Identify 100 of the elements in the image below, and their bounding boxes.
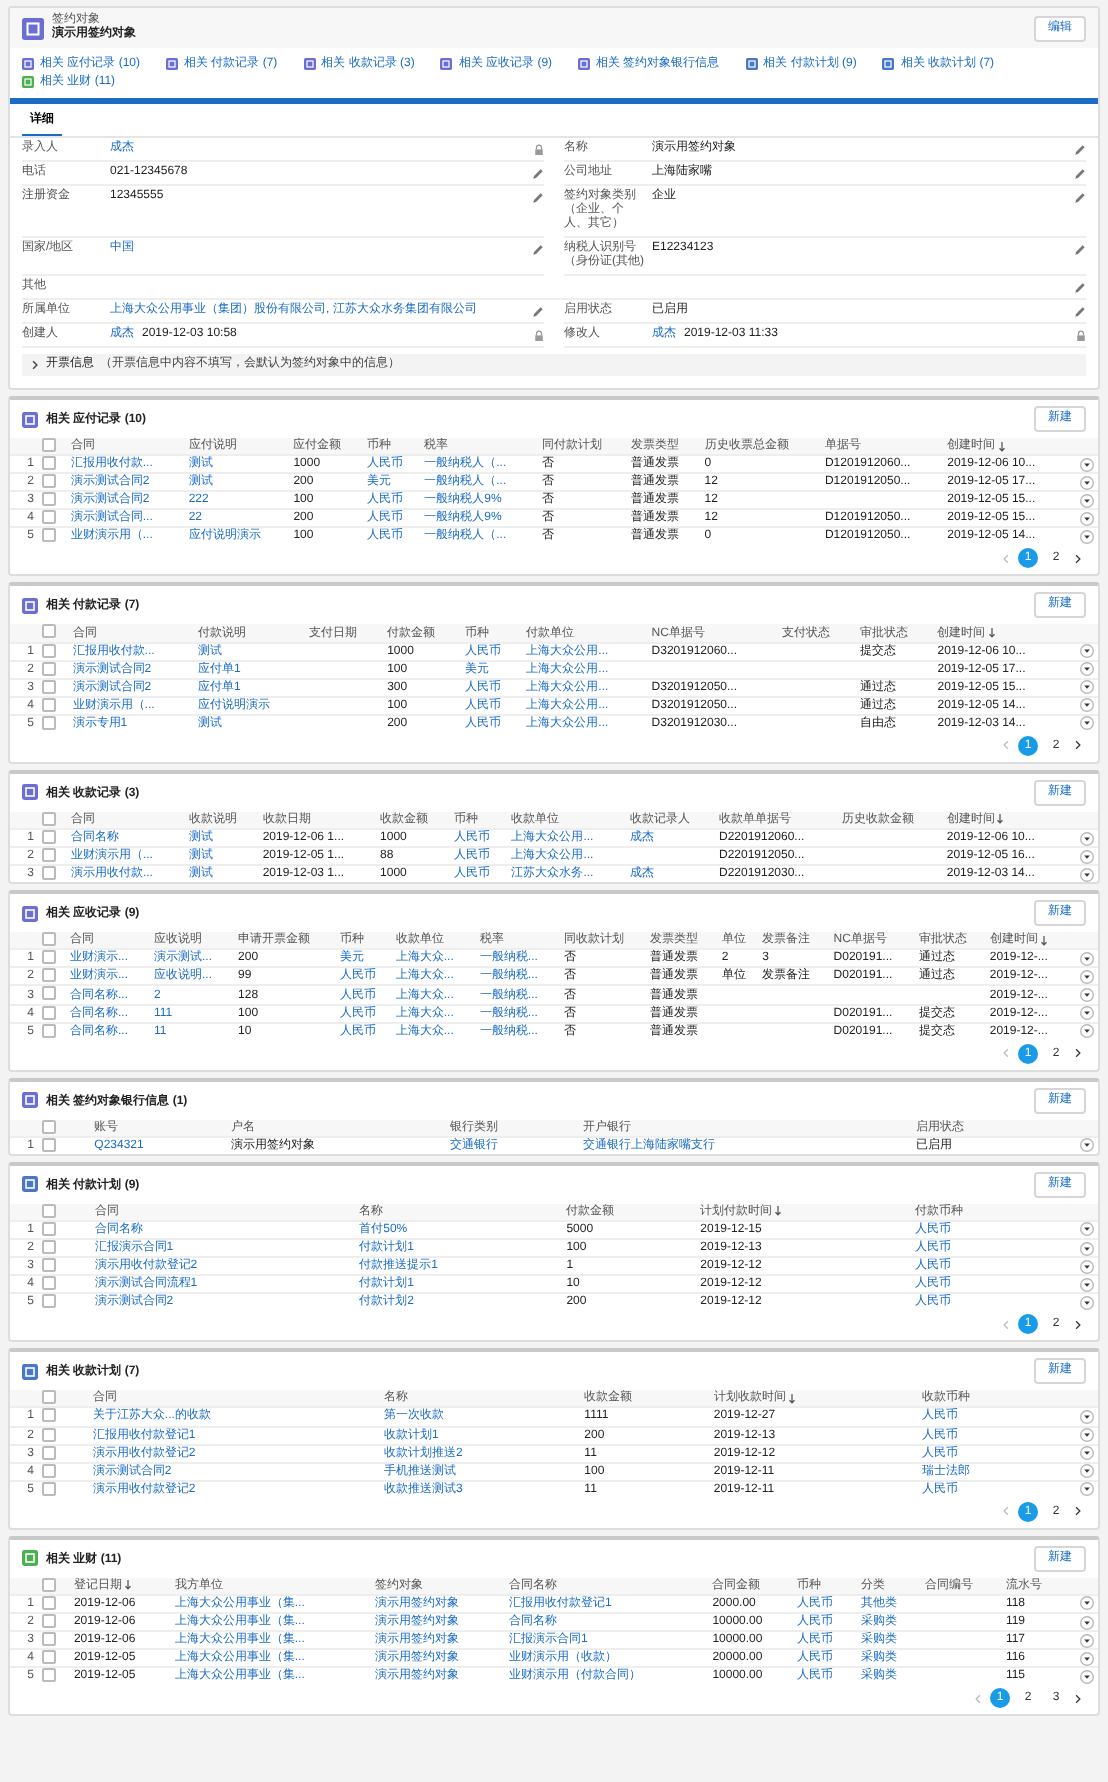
row-checkbox[interactable] [42,510,56,525]
row-checkbox[interactable] [42,1668,56,1683]
next-page-icon[interactable] [1074,1693,1082,1704]
row-checkbox[interactable] [42,1613,56,1628]
row-menu-icon[interactable] [1080,680,1094,695]
pencil-icon[interactable] [1074,306,1086,318]
next-page-icon[interactable] [1074,1048,1082,1059]
select-all-checkbox[interactable] [42,1119,56,1134]
sort-arrow-icon [997,441,1006,452]
pencil-icon[interactable] [532,192,544,204]
select-all-checkbox[interactable] [42,811,56,826]
next-page-icon[interactable] [1074,740,1082,751]
row-menu-icon[interactable] [1080,867,1094,882]
row-menu-icon[interactable] [1080,951,1094,966]
row-menu-icon[interactable] [1080,511,1094,526]
row-menu-icon[interactable] [1080,1295,1094,1310]
row-menu-icon[interactable] [1080,475,1094,490]
row-menu-icon[interactable] [1080,1633,1094,1648]
row-checkbox[interactable] [42,950,56,965]
row-menu-icon[interactable] [1080,1277,1094,1292]
row-checkbox[interactable] [42,830,56,845]
pencil-icon[interactable] [532,306,544,318]
row-menu-icon[interactable] [1080,988,1094,1003]
pencil-icon[interactable] [1074,168,1086,180]
row-checkbox[interactable] [42,1137,56,1152]
row-checkbox[interactable] [42,866,56,881]
row-menu-icon[interactable] [1080,1241,1094,1256]
row-menu-icon[interactable] [1080,662,1094,677]
row-checkbox[interactable] [42,1221,56,1236]
row-menu-icon[interactable] [1080,1006,1094,1021]
row-menu-icon[interactable] [1080,1428,1094,1443]
row-menu-icon[interactable] [1080,1138,1094,1153]
row-checkbox[interactable] [42,492,56,507]
select-all-checkbox[interactable] [42,1203,56,1218]
row-menu-icon[interactable] [1080,457,1094,472]
row-checkbox[interactable] [42,1294,56,1309]
row-checkbox[interactable] [42,1632,56,1647]
pencil-icon[interactable] [532,168,544,180]
row-menu-icon[interactable] [1080,493,1094,508]
record-icon [22,17,44,39]
row-menu-icon[interactable] [1080,644,1094,659]
select-all-checkbox[interactable] [42,1390,56,1405]
sort-arrow-icon [996,814,1005,825]
row-checkbox[interactable] [42,968,56,983]
row-checkbox[interactable] [42,1595,56,1610]
next-page-icon[interactable] [1074,1506,1082,1517]
select-all-checkbox[interactable] [42,1577,56,1592]
row-menu-icon[interactable] [1080,849,1094,864]
sort-arrow-icon [787,1393,796,1404]
row-checkbox[interactable] [42,661,56,676]
row-menu-icon[interactable] [1080,1482,1094,1497]
row-menu-icon[interactable] [1080,1222,1094,1237]
next-page-icon[interactable] [1074,553,1082,564]
row-checkbox[interactable] [42,643,56,658]
row-checkbox[interactable] [42,1023,56,1038]
pencil-icon[interactable] [1074,144,1086,156]
row-menu-icon[interactable] [1080,1669,1094,1684]
pencil-icon[interactable] [1074,244,1086,256]
pencil-icon[interactable] [532,244,544,256]
row-checkbox[interactable] [42,1650,56,1665]
next-page-icon[interactable] [1074,1319,1082,1330]
row-checkbox[interactable] [42,1005,56,1020]
row-checkbox[interactable] [42,848,56,863]
row-menu-icon[interactable] [1080,716,1094,731]
sort-arrow-icon [774,1206,783,1217]
select-all-checkbox[interactable] [42,438,56,452]
row-menu-icon[interactable] [1080,1259,1094,1274]
row-checkbox[interactable] [42,697,56,712]
row-checkbox[interactable] [42,1240,56,1255]
row-checkbox[interactable] [42,1276,56,1291]
row-checkbox[interactable] [42,474,56,489]
row-menu-icon[interactable] [1080,1409,1094,1424]
row-menu-icon[interactable] [1080,698,1094,713]
select-all-checkbox[interactable] [42,624,56,639]
row-menu-icon[interactable] [1080,1615,1094,1629]
row-checkbox[interactable] [42,456,56,471]
row-checkbox[interactable] [42,1445,56,1460]
row-menu-icon[interactable] [1080,1464,1094,1479]
sort-arrow-icon [1039,935,1048,946]
row-menu-icon[interactable] [1080,1651,1094,1666]
sort-arrow-icon [987,628,996,638]
row-menu-icon[interactable] [1080,529,1094,544]
row-checkbox[interactable] [42,1481,56,1496]
row-checkbox[interactable] [42,1408,56,1423]
row-checkbox[interactable] [42,1258,56,1273]
row-checkbox[interactable] [42,528,56,543]
row-checkbox[interactable] [42,986,56,1001]
row-menu-icon[interactable] [1080,1596,1094,1611]
row-menu-icon[interactable] [1080,969,1094,984]
pencil-icon[interactable] [1074,192,1086,204]
row-checkbox[interactable] [42,679,56,694]
row-menu-icon[interactable] [1080,831,1094,846]
row-menu-icon[interactable] [1080,1446,1094,1461]
row-checkbox[interactable] [42,1427,56,1441]
select-all-checkbox[interactable] [42,932,56,947]
pencil-icon[interactable] [1074,282,1086,294]
sort-arrow-icon [123,1580,132,1591]
row-checkbox[interactable] [42,1463,56,1478]
row-menu-icon[interactable] [1080,1024,1094,1039]
row-checkbox[interactable] [42,715,56,730]
